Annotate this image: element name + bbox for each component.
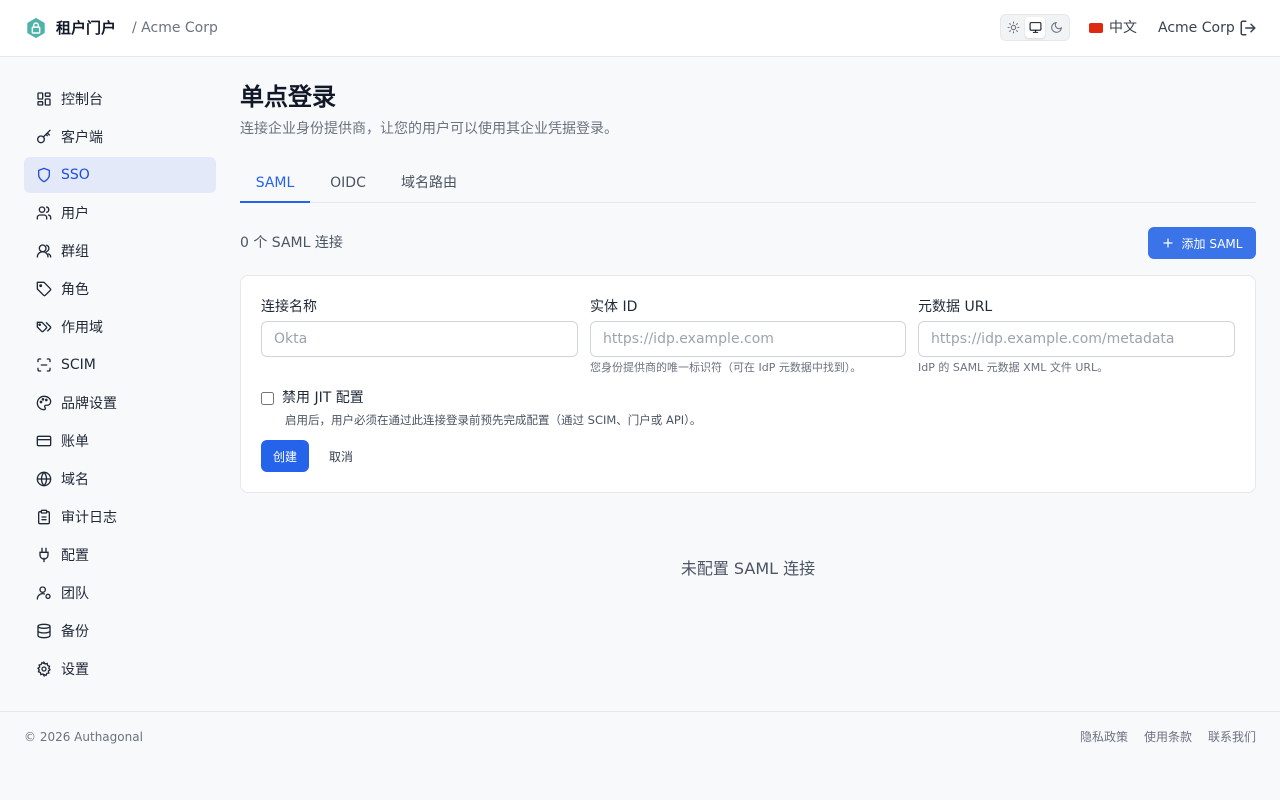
sidebar-item-branding[interactable]: 品牌设置 [24, 385, 216, 421]
theme-dark-button[interactable] [1046, 17, 1067, 38]
china-flag-icon [1089, 23, 1103, 33]
sidebar-item-label: SCIM [61, 357, 96, 373]
plug-icon [39, 547, 49, 563]
theme-switcher [1000, 14, 1070, 41]
sidebar-item-billing[interactable]: 账单 [24, 423, 216, 459]
sidebar-item-label: 审计日志 [61, 510, 117, 526]
sidebar-item-label: 用户 [61, 206, 89, 222]
connection-count: 0 个 SAML 连接 [240, 235, 343, 251]
disable-jit-help: 启用后，用户必须在通过此连接登录前预先完成配置（通过 SCIM、门户或 API）… [285, 413, 702, 427]
group-icon [36, 244, 52, 258]
add-saml-button[interactable]: 添加 SAML [1148, 227, 1256, 259]
language-label: 中文 [1109, 20, 1137, 36]
metadata-url-input[interactable] [918, 321, 1235, 357]
clipboard-icon [38, 509, 50, 525]
cancel-button[interactable]: 取消 [319, 440, 363, 472]
tab-saml[interactable]: SAML [240, 167, 310, 203]
top-bar: 租户门户 / Acme Corp 中文 Acme Corp [0, 0, 1280, 57]
sidebar-item-team[interactable]: 团队 [24, 575, 216, 611]
credit-card-icon [36, 435, 52, 447]
empty-state-message: 未配置 SAML 连接 [680, 559, 816, 578]
sidebar-item-clients[interactable]: 客户端 [24, 119, 216, 155]
metadata-url-label: 元数据 URL [918, 299, 993, 315]
terms-link[interactable]: 使用条款 [1144, 729, 1192, 745]
connection-name-input[interactable] [261, 321, 578, 357]
scan-icon [37, 358, 51, 372]
metadata-url-help: IdP 的 SAML 元数据 XML 文件 URL。 [918, 361, 1109, 374]
entity-id-input[interactable] [590, 321, 906, 357]
globe-icon [36, 471, 52, 487]
sidebar-item-audit-log[interactable]: 审计日志 [24, 499, 216, 535]
moon-icon [1051, 21, 1063, 33]
breadcrumb: / Acme Corp [132, 20, 218, 36]
theme-light-button[interactable] [1003, 17, 1024, 38]
sidebar-item-label: 域名 [61, 472, 89, 488]
copyright: © 2026 Authagonal [24, 730, 143, 744]
tags-icon [36, 321, 52, 333]
footer-links: 隐私政策 使用条款 联系我们 [1080, 729, 1256, 745]
sidebar-item-label: SSO [61, 167, 90, 183]
main-content: 单点登录 连接企业身份提供商，让您的用户可以使用其企业凭据登录。 SAML OI… [240, 81, 1256, 578]
sidebar-item-label: 配置 [61, 548, 89, 564]
database-icon [37, 623, 51, 639]
key-icon [37, 129, 51, 144]
sidebar-item-label: 控制台 [61, 92, 103, 108]
sidebar-item-label: 设置 [61, 662, 89, 678]
privacy-link[interactable]: 隐私政策 [1080, 729, 1128, 745]
logo-icon [27, 17, 45, 39]
sidebar: 控制台 客户端 SSO 用户 群组 角色 作用域 SCIM 品牌设置 账单 域名… [24, 81, 216, 689]
create-button[interactable]: 创建 [261, 440, 309, 472]
sun-icon [1007, 21, 1020, 34]
sidebar-item-label: 客户端 [61, 130, 103, 146]
disable-jit-label: 禁用 JIT 配置 [282, 390, 364, 406]
footer: © 2026 Authagonal 隐私政策 使用条款 联系我们 [0, 711, 1280, 800]
tab-domain-routing[interactable]: 域名路由 [390, 167, 468, 203]
page-title: 单点登录 [240, 83, 336, 111]
app-name: 租户门户 [56, 19, 117, 37]
sidebar-item-domains[interactable]: 域名 [24, 461, 216, 497]
disable-jit-checkbox[interactable] [261, 392, 274, 405]
saml-connection-form: 连接名称 实体 ID 您身份提供商的唯一标识符（可在 IdP 元数据中找到）。 … [240, 275, 1256, 493]
tab-oidc[interactable]: OIDC [318, 167, 378, 203]
sidebar-item-roles[interactable]: 角色 [24, 271, 216, 307]
sidebar-item-label: 团队 [61, 586, 89, 602]
shield-icon [38, 167, 50, 183]
sidebar-item-scopes[interactable]: 作用域 [24, 309, 216, 345]
tag-icon [36, 281, 52, 297]
sidebar-item-label: 群组 [61, 244, 89, 260]
monitor-icon [1029, 22, 1041, 33]
connection-name-label: 连接名称 [261, 299, 317, 315]
user-cog-icon [36, 586, 51, 600]
plus-icon [1162, 238, 1173, 248]
theme-system-button[interactable] [1024, 17, 1046, 38]
gear-icon [37, 661, 51, 677]
sidebar-item-label: 品牌设置 [61, 396, 117, 412]
entity-id-help: 您身份提供商的唯一标识符（可在 IdP 元数据中找到）。 [590, 361, 862, 374]
sidebar-item-provisioning[interactable]: 配置 [24, 537, 216, 573]
sidebar-item-label: 账单 [61, 434, 89, 450]
sidebar-item-label: 作用域 [61, 320, 103, 336]
language-selector[interactable]: 中文 [1089, 18, 1137, 38]
tenant-name: Acme Corp [1158, 20, 1235, 36]
palette-icon [36, 395, 52, 411]
sidebar-item-label: 角色 [61, 282, 89, 298]
sidebar-item-settings[interactable]: 设置 [24, 651, 216, 687]
entity-id-label: 实体 ID [590, 299, 638, 315]
sidebar-item-groups[interactable]: 群组 [24, 233, 216, 269]
sidebar-item-scim[interactable]: SCIM [24, 347, 216, 383]
page-description: 连接企业身份提供商，让您的用户可以使用其企业凭据登录。 [240, 121, 618, 137]
dashboard-icon [37, 92, 51, 106]
sidebar-item-sso[interactable]: SSO [24, 157, 216, 193]
add-saml-label: 添加 SAML [1181, 236, 1243, 251]
contact-link[interactable]: 联系我们 [1208, 729, 1256, 745]
users-icon [36, 206, 52, 220]
logout-icon[interactable] [1239, 19, 1257, 37]
tab-bar: SAML OIDC 域名路由 [240, 167, 1256, 203]
sidebar-item-users[interactable]: 用户 [24, 195, 216, 231]
sidebar-item-dashboard[interactable]: 控制台 [24, 81, 216, 117]
sidebar-item-label: 备份 [61, 624, 89, 640]
sidebar-item-backup[interactable]: 备份 [24, 613, 216, 649]
